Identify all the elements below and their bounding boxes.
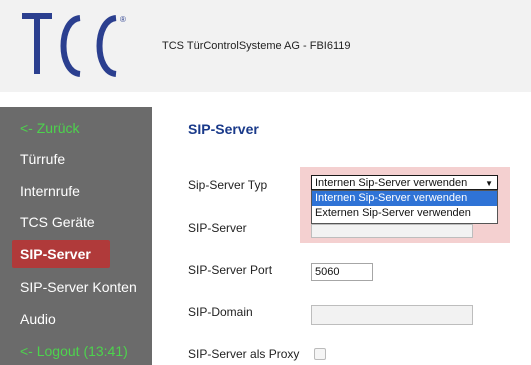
page-title: SIP-Server (188, 121, 259, 137)
nav-internrufe[interactable]: Internrufe (0, 177, 152, 205)
sip-server-port-input[interactable]: 5060 (311, 263, 373, 281)
sip-domain-input[interactable] (311, 305, 473, 325)
sip-server-typ-options: Internen Sip-Server verwenden Externen S… (311, 190, 498, 224)
sip-server-label: SIP-Server (188, 221, 247, 235)
nav-sip-server[interactable]: SIP-Server (12, 240, 110, 268)
nav-tcs-geraete[interactable]: TCS Geräte (0, 208, 152, 236)
nav-audio[interactable]: Audio (0, 305, 152, 333)
sip-server-typ-label: Sip-Server Typ (188, 178, 268, 192)
dropdown-arrow-icon: ▼ (485, 179, 493, 188)
sip-domain-label: SIP-Domain (188, 305, 253, 319)
nav-back-link[interactable]: <- Zurück (0, 114, 152, 142)
sip-server-typ-select[interactable]: Internen Sip-Server verwenden ▼ (311, 175, 498, 190)
nav-sip-server-konten[interactable]: SIP-Server Konten (0, 273, 152, 301)
nav-tuerrufe[interactable]: Türrufe (0, 145, 152, 173)
option-externen-sip-server[interactable]: Externen Sip-Server verwenden (312, 206, 497, 221)
option-internen-sip-server[interactable]: Internen Sip-Server verwenden (312, 191, 497, 206)
sip-server-input[interactable] (311, 224, 473, 238)
sip-server-proxy-label: SIP-Server als Proxy (188, 347, 300, 361)
company-name: TCS TürControlSysteme AG - FBI6119 (162, 40, 351, 52)
svg-text:®: ® (120, 15, 126, 24)
nav-logout-link[interactable]: <- Logout (13:41) (0, 337, 152, 365)
tcs-logo: ® (22, 13, 126, 77)
sip-server-port-label: SIP-Server Port (188, 263, 273, 277)
sip-server-proxy-checkbox[interactable] (314, 348, 326, 360)
header: ® TCS TürControlSysteme AG - FBI6119 (0, 0, 531, 92)
sip-server-typ-selected-value: Internen Sip-Server verwenden (315, 177, 468, 189)
